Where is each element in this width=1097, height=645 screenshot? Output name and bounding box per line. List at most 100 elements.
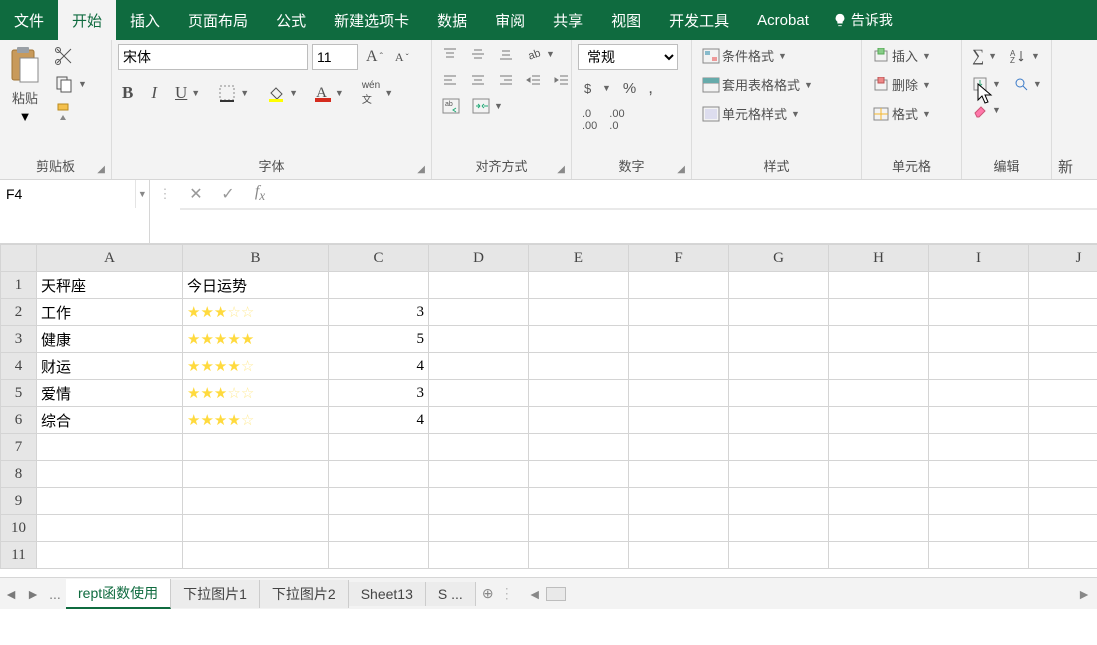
cell-F5[interactable] (629, 380, 729, 407)
cell-F4[interactable] (629, 353, 729, 380)
cell-G10[interactable] (729, 515, 829, 542)
col-header-A[interactable]: A (37, 245, 183, 272)
cell-J5[interactable] (1029, 380, 1097, 407)
col-header-E[interactable]: E (529, 245, 629, 272)
cell-J7[interactable] (1029, 434, 1097, 461)
col-header-H[interactable]: H (829, 245, 929, 272)
wrap-text-button[interactable]: ab (438, 96, 464, 116)
cell-I7[interactable] (929, 434, 1029, 461)
tab-data[interactable]: 数据 (423, 0, 481, 40)
cell-C9[interactable] (329, 488, 429, 515)
cell-C1[interactable] (329, 272, 429, 299)
tab-review[interactable]: 审阅 (481, 0, 539, 40)
cell-F9[interactable] (629, 488, 729, 515)
tab-share[interactable]: 共享 (539, 0, 597, 40)
format-as-table-button[interactable]: 套用表格格式▼ (698, 73, 817, 96)
cell-I8[interactable] (929, 461, 1029, 488)
cell-G9[interactable] (729, 488, 829, 515)
row-header-11[interactable]: 11 (1, 542, 37, 569)
cell-E6[interactable] (529, 407, 629, 434)
autosum-button[interactable]: ∑▼ (968, 44, 1001, 68)
cell-J2[interactable] (1029, 299, 1097, 326)
horizontal-scrollbar[interactable]: ◄ ► (508, 586, 1097, 602)
cell-C4[interactable]: 4 (329, 353, 429, 380)
align-bottom-button[interactable] (494, 44, 518, 64)
cell-A7[interactable] (37, 434, 183, 461)
accounting-button[interactable]: $▼ (578, 78, 615, 98)
fill-button[interactable]: ▼ (968, 74, 1005, 94)
cell-C11[interactable] (329, 542, 429, 569)
cancel-button[interactable]: ✕ (180, 180, 212, 208)
comma-button[interactable]: , (644, 76, 657, 100)
cell-styles-button[interactable]: 单元格样式▼ (698, 102, 804, 125)
cell-H9[interactable] (829, 488, 929, 515)
border-button[interactable]: ▼ (214, 82, 253, 104)
cell-B2[interactable]: ★★★☆☆ (183, 299, 329, 326)
cell-G5[interactable] (729, 380, 829, 407)
align-top-button[interactable] (438, 44, 462, 64)
paste-button[interactable]: 粘贴 ▼ (6, 44, 44, 126)
cell-J4[interactable] (1029, 353, 1097, 380)
cell-A10[interactable] (37, 515, 183, 542)
name-box-input[interactable] (0, 180, 135, 208)
row-header-1[interactable]: 1 (1, 272, 37, 299)
cell-H3[interactable] (829, 326, 929, 353)
cell-G3[interactable] (729, 326, 829, 353)
cell-H1[interactable] (829, 272, 929, 299)
col-header-D[interactable]: D (429, 245, 529, 272)
phonetic-button[interactable]: wén文▼ (358, 78, 397, 108)
cell-B10[interactable] (183, 515, 329, 542)
align-launcher[interactable]: ◢ (557, 164, 565, 175)
enter-button[interactable]: ✓ (212, 180, 244, 208)
align-left-button[interactable] (438, 70, 462, 90)
cell-B3[interactable]: ★★★★★ (183, 326, 329, 353)
spreadsheet-grid[interactable]: ABCDEFGHIJ1天秤座今日运势2工作★★★☆☆33健康★★★★★54财运★… (0, 244, 1097, 577)
cell-I2[interactable] (929, 299, 1029, 326)
tab-newtab[interactable]: 新建选项卡 (320, 0, 423, 40)
cell-E2[interactable] (529, 299, 629, 326)
delete-cells-button[interactable]: 删除▼ (868, 73, 935, 96)
cell-H7[interactable] (829, 434, 929, 461)
cell-A9[interactable] (37, 488, 183, 515)
cell-A4[interactable]: 财运 (37, 353, 183, 380)
fx-button[interactable]: fx (244, 180, 276, 208)
clipboard-launcher[interactable]: ◢ (97, 164, 105, 175)
cell-I3[interactable] (929, 326, 1029, 353)
cell-F7[interactable] (629, 434, 729, 461)
col-header-B[interactable]: B (183, 245, 329, 272)
row-header-6[interactable]: 6 (1, 407, 37, 434)
cell-H10[interactable] (829, 515, 929, 542)
cell-J1[interactable] (1029, 272, 1097, 299)
tab-view[interactable]: 视图 (597, 0, 655, 40)
cell-H8[interactable] (829, 461, 929, 488)
cell-J6[interactable] (1029, 407, 1097, 434)
cell-C6[interactable]: 4 (329, 407, 429, 434)
cell-B11[interactable] (183, 542, 329, 569)
cell-F2[interactable] (629, 299, 729, 326)
number-launcher[interactable]: ◢ (677, 164, 685, 175)
cell-J11[interactable] (1029, 542, 1097, 569)
tab-formula[interactable]: 公式 (262, 0, 320, 40)
cell-I5[interactable] (929, 380, 1029, 407)
format-cells-button[interactable]: 格式▼ (868, 102, 935, 125)
cell-D4[interactable] (429, 353, 529, 380)
cell-C5[interactable]: 3 (329, 380, 429, 407)
cell-B4[interactable]: ★★★★☆ (183, 353, 329, 380)
italic-button[interactable]: I (147, 81, 161, 105)
cell-F10[interactable] (629, 515, 729, 542)
col-header-F[interactable]: F (629, 245, 729, 272)
sheet-tab-2[interactable]: 下拉图片1 (171, 580, 260, 608)
cell-E10[interactable] (529, 515, 629, 542)
cell-D7[interactable] (429, 434, 529, 461)
cell-B9[interactable] (183, 488, 329, 515)
cell-C2[interactable]: 3 (329, 299, 429, 326)
cell-H2[interactable] (829, 299, 929, 326)
row-header-5[interactable]: 5 (1, 380, 37, 407)
tab-page-layout[interactable]: 页面布局 (174, 0, 262, 40)
cell-D1[interactable] (429, 272, 529, 299)
tab-home[interactable]: 开始 (58, 0, 116, 40)
tell-me[interactable]: 告诉我 (823, 0, 903, 40)
cell-H6[interactable] (829, 407, 929, 434)
format-painter-button[interactable] (50, 100, 91, 124)
cell-E4[interactable] (529, 353, 629, 380)
